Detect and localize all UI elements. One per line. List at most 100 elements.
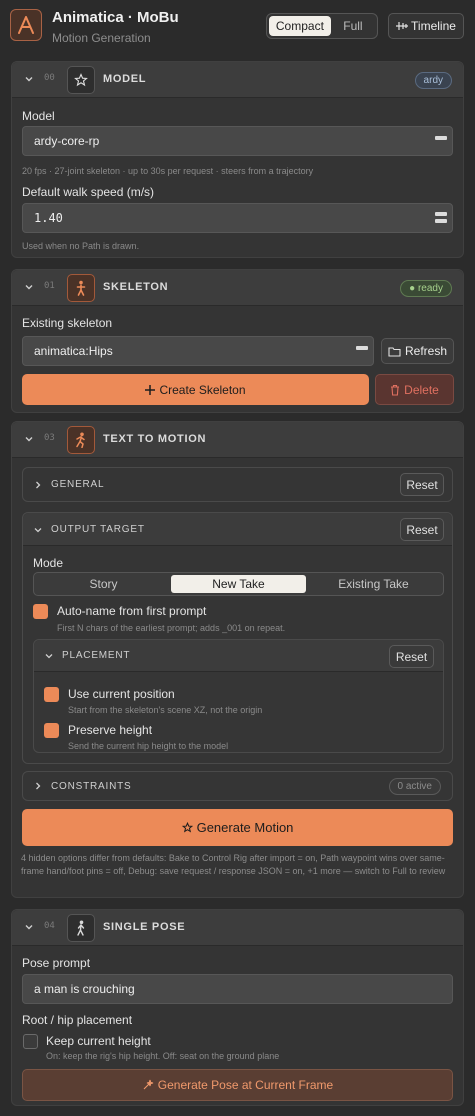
text-to-motion-section-title: TEXT TO MOTION: [103, 433, 207, 445]
mode-selector: Story New Take Existing Take: [33, 572, 444, 596]
output-target-reset-button[interactable]: Reset: [400, 518, 444, 541]
single-pose-section-title: SINGLE POSE: [103, 921, 186, 933]
trash-icon: [391, 384, 400, 396]
existing-skeleton-label: Existing skeleton: [22, 316, 113, 330]
pose-prompt-input[interactable]: a man is crouching: [22, 974, 453, 1004]
generate-motion-label: Generate Motion: [196, 820, 294, 835]
view-mode-toggle: Compact Full: [266, 13, 378, 39]
create-skeleton-button[interactable]: Create Skeleton: [22, 374, 369, 405]
general-header[interactable]: GENERAL: [23, 468, 452, 501]
star-icon: [181, 822, 193, 833]
output-target-title: OUTPUT TARGET: [51, 524, 145, 535]
section-number: 04: [44, 921, 55, 931]
running-figure-icon: [67, 426, 95, 454]
keep-height-checkbox[interactable]: [23, 1034, 38, 1049]
view-full-button[interactable]: Full: [331, 16, 375, 36]
generate-pose-button[interactable]: Generate Pose at Current Frame: [22, 1069, 453, 1101]
mode-label: Mode: [33, 556, 64, 570]
section-number: 01: [44, 281, 55, 291]
text-to-motion-section: 03 TEXT TO MOTION GENERAL Reset OUTPUT T…: [11, 421, 464, 898]
view-compact-button[interactable]: Compact: [269, 16, 331, 36]
skeleton-section-header[interactable]: 01 SKELETON ● ready: [12, 270, 463, 306]
skeleton-section: 01 SKELETON ● ready Existing skeleton an…: [11, 269, 464, 413]
placement-title: PLACEMENT: [62, 650, 131, 661]
delete-skeleton-label: Delete: [404, 382, 439, 397]
mode-new-take-button[interactable]: New Take: [171, 575, 306, 593]
use-current-position-label: Use current position: [68, 687, 175, 701]
output-target-header[interactable]: OUTPUT TARGET: [23, 513, 452, 546]
chevron-down-icon: [25, 285, 33, 290]
use-current-position-hint: Start from the skeleton's scene XZ, not …: [68, 705, 263, 715]
single-pose-section-header[interactable]: 04 SINGLE POSE: [12, 910, 463, 946]
timeline-label: Timeline: [411, 19, 456, 33]
select-handle-icon: [356, 346, 368, 350]
app-title: Animatica · MoBu: [52, 9, 179, 26]
pose-prompt-value: a man is crouching: [34, 982, 135, 996]
model-select[interactable]: ardy-core-rp: [22, 126, 453, 156]
section-number: 00: [44, 73, 55, 83]
chevron-down-icon: [34, 528, 42, 533]
chevron-down-icon: [45, 654, 53, 659]
preserve-height-checkbox[interactable]: [44, 723, 59, 738]
app-header: Animatica · MoBu Motion Generation Compa…: [0, 0, 475, 52]
chevron-down-icon: [25, 437, 33, 442]
walk-speed-hint: Used when no Path is drawn.: [22, 241, 140, 251]
model-badge: ardy: [414, 72, 452, 89]
refresh-button[interactable]: Refresh: [381, 338, 454, 364]
general-title: GENERAL: [51, 479, 105, 490]
skeleton-section-title: SKELETON: [103, 281, 169, 293]
mode-story-button[interactable]: Story: [36, 575, 171, 593]
generate-motion-button[interactable]: Generate Motion: [22, 809, 453, 846]
general-reset-button[interactable]: Reset: [400, 473, 444, 496]
keep-height-hint: On: keep the rig's hip height. Off: seat…: [46, 1051, 280, 1061]
constraints-header[interactable]: CONSTRAINTS: [23, 772, 452, 800]
plus-icon: [145, 384, 156, 395]
pose-prompt-label: Pose prompt: [22, 956, 91, 970]
text-to-motion-section-header[interactable]: 03 TEXT TO MOTION: [12, 422, 463, 458]
autoname-label: Auto-name from first prompt: [57, 604, 207, 618]
select-handle-icon: [435, 136, 447, 140]
single-pose-section: 04 SINGLE POSE Pose prompt a man is crou…: [11, 909, 464, 1106]
chevron-right-icon: [36, 481, 41, 489]
use-current-position-checkbox[interactable]: [44, 687, 59, 702]
chevron-down-icon: [25, 925, 33, 930]
placement-reset-button[interactable]: Reset: [389, 645, 434, 668]
model-label: Model: [22, 109, 55, 123]
generate-pose-label: Generate Pose at Current Frame: [157, 1078, 334, 1092]
skeleton-status-badge: ● ready: [400, 280, 452, 297]
spinner-handle-icon[interactable]: [435, 212, 447, 223]
refresh-label: Refresh: [404, 344, 448, 358]
walk-speed-value: 1.40: [34, 211, 63, 225]
model-info: 20 fps · 27-joint skeleton · up to 30s p…: [22, 166, 314, 176]
preserve-height-label: Preserve height: [68, 723, 153, 737]
mode-existing-take-button[interactable]: Existing Take: [306, 575, 441, 593]
general-subsection: GENERAL Reset: [22, 467, 453, 502]
keep-height-label: Keep current height: [46, 1034, 151, 1048]
walk-speed-input[interactable]: 1.40: [22, 203, 453, 233]
placement-header[interactable]: PLACEMENT: [34, 640, 443, 672]
root-placement-label: Root / hip placement: [22, 1013, 133, 1027]
model-section-title: MODEL: [103, 73, 147, 85]
model-value: ardy-core-rp: [34, 134, 100, 148]
timeline-button[interactable]: Timeline: [388, 13, 464, 39]
app-logo: [10, 9, 42, 41]
folder-icon: [388, 346, 401, 357]
chevron-right-icon: [36, 782, 41, 790]
existing-skeleton-select[interactable]: animatica:Hips: [22, 336, 374, 366]
autoname-hint: First N chars of the earliest prompt; ad…: [57, 623, 286, 633]
preserve-height-hint: Send the current hip height to the model: [68, 741, 229, 751]
star-icon: [67, 66, 95, 94]
app-subtitle: Motion Generation: [52, 31, 151, 45]
placement-subsection: PLACEMENT Reset Use current position Sta…: [33, 639, 444, 753]
logo-icon: [18, 16, 34, 34]
hidden-options-note: 4 hidden options differ from defaults: B…: [21, 853, 446, 876]
delete-skeleton-button[interactable]: Delete: [375, 374, 454, 405]
chevron-down-icon: [25, 77, 33, 82]
constraints-title: CONSTRAINTS: [51, 781, 132, 792]
output-target-subsection: OUTPUT TARGET Reset Mode Story New Take …: [22, 512, 453, 764]
existing-skeleton-value: animatica:Hips: [34, 344, 113, 358]
model-section-header[interactable]: 00 MODEL ardy: [12, 62, 463, 98]
model-section: 00 MODEL ardy Model ardy-core-rp 20 fps …: [11, 61, 464, 258]
walking-figure-icon: [67, 914, 95, 942]
autoname-checkbox[interactable]: [33, 604, 48, 619]
